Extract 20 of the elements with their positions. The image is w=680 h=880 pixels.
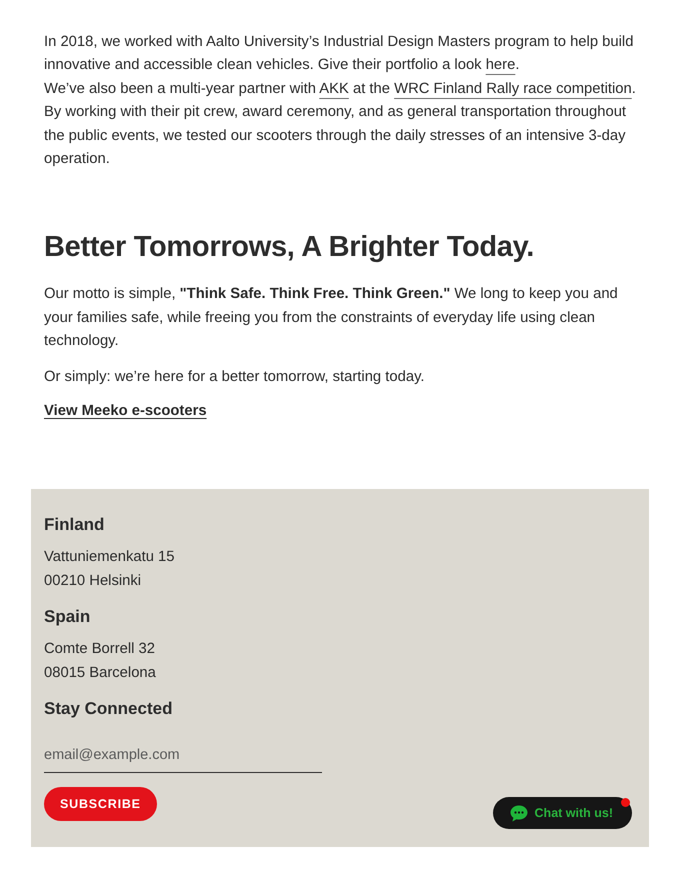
chat-button[interactable]: Chat with us!	[492, 797, 632, 830]
office-heading: Finland	[44, 514, 106, 536]
address-line: 00210 Helsinki	[44, 572, 142, 591]
paragraph: Our motto is simple, "Think Safe. Think Free. Think Green." We long to keep you and your families safe, while freeing you from the constraints of everyday life using clean technology.	[44, 285, 619, 352]
subscribe-button[interactable]: SUBSCRIBE	[44, 787, 157, 822]
section-heading: Better Tomorrows, A Brighter Today.	[44, 230, 536, 266]
office-heading: Spain	[44, 606, 92, 628]
notification-dot-icon	[621, 798, 630, 808]
paragraph: In 2018, we worked with Aalto University’s Industrial Design Masters program to help build innovative and accessible clean vehicles. Give their portfolio a look here. We’ve also been a multi-year partner with AKK at the WRC Finland Rally race competition. By working with their pit crew, award ceremony, and as general transportation throughout the public events, we tested our scooters through the daily stresses of an intensive 3-day operation.	[44, 33, 636, 170]
text-link[interactable]: AKK	[319, 80, 349, 97]
address-line: 08015 Barcelona	[44, 664, 157, 683]
text-link[interactable]: here	[486, 57, 516, 74]
view-scooters-link[interactable]: View Meeko e-scooters	[44, 403, 207, 420]
text-link[interactable]: WRC Finland Rally race competition	[394, 80, 632, 97]
paragraph: Or simply: we’re here for a better tomorrow, starting today.	[44, 368, 426, 387]
address-line: Vattuniemenkatu 15	[44, 548, 176, 568]
chat-bubble-icon	[510, 804, 528, 822]
newsletter-heading: Stay Connected	[44, 698, 174, 720]
email-field[interactable]: email@example.com	[44, 737, 322, 774]
address-line: Comte Borrell 32	[44, 640, 156, 660]
